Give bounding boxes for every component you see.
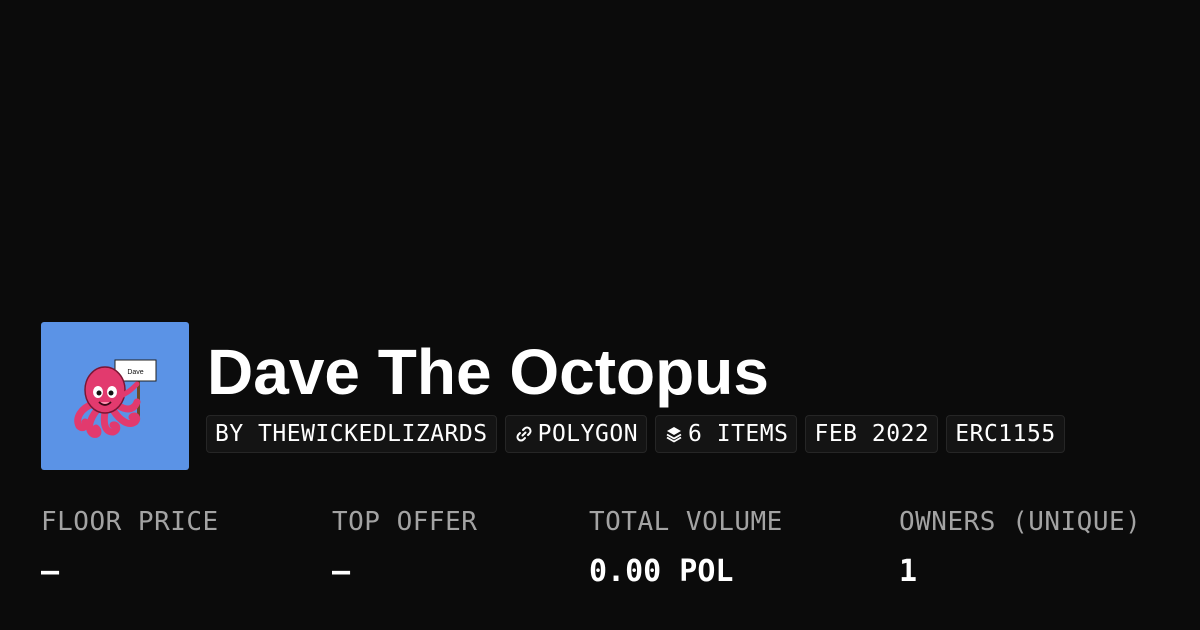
items-label: 6 ITEMS xyxy=(688,421,789,447)
stat-owners: OWNERS (UNIQUE) 1 xyxy=(899,504,1141,590)
stat-value: 1 xyxy=(899,554,918,589)
stat-value: 0.00 POL xyxy=(589,554,734,589)
creator-label: BY THEWICKEDLIZARDS xyxy=(215,421,488,447)
collection-title: Dave The Octopus xyxy=(207,336,769,408)
stat-total-volume: TOTAL VOLUME 0.00 POL xyxy=(589,504,783,590)
collection-tags: BY THEWICKEDLIZARDS POLYGON 6 ITEMS FEB … xyxy=(206,415,1065,453)
collection-avatar: Dave xyxy=(41,322,189,470)
standard-label: ERC1155 xyxy=(955,421,1056,447)
date-label: FEB 2022 xyxy=(814,421,930,447)
chain-tag[interactable]: POLYGON xyxy=(504,415,648,453)
items-tag[interactable]: 6 ITEMS xyxy=(655,415,798,453)
stat-top-offer: TOP OFFER – xyxy=(332,504,477,590)
stat-floor-price: FLOOR PRICE – xyxy=(41,504,219,590)
stat-value: – xyxy=(41,554,60,589)
stat-label: TOTAL VOLUME xyxy=(589,507,783,537)
date-tag: FEB 2022 xyxy=(805,415,939,453)
creator-tag[interactable]: BY THEWICKEDLIZARDS xyxy=(206,415,497,453)
chain-label: POLYGON xyxy=(537,421,639,447)
layers-icon xyxy=(664,424,684,444)
stat-label: TOP OFFER xyxy=(332,507,478,537)
octopus-image: Dave xyxy=(74,359,157,438)
stat-value: – xyxy=(332,554,351,589)
sign-text: Dave xyxy=(127,369,143,376)
stat-label: FLOOR PRICE xyxy=(41,507,219,537)
standard-tag: ERC1155 xyxy=(946,415,1065,453)
stat-label: OWNERS (UNIQUE) xyxy=(899,507,1142,537)
link-icon xyxy=(514,424,534,444)
